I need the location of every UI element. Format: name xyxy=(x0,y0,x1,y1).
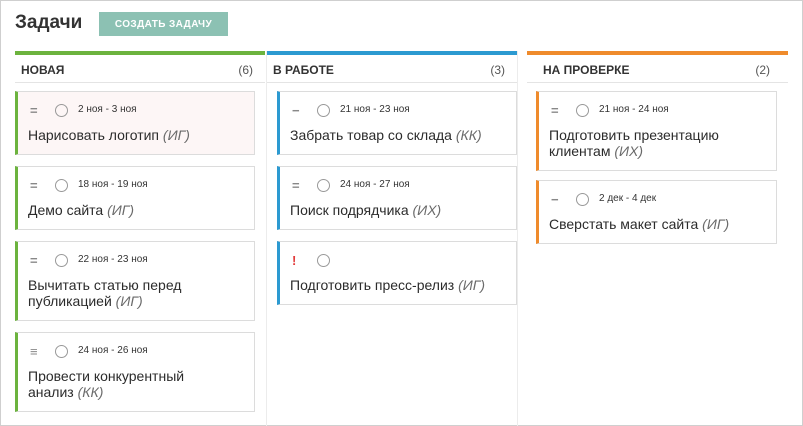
assignee: (ИГ) xyxy=(162,127,190,143)
assignee: (ИГ) xyxy=(107,202,135,218)
task-card[interactable]: − 21 ноя - 23 ноя Забрать товар со склад… xyxy=(277,91,517,155)
task-card[interactable]: = 22 ноя - 23 ноя Вычитать статью перед п… xyxy=(15,241,255,321)
complete-checkbox[interactable] xyxy=(55,104,68,117)
task-title: Вычитать статью перед публикацией (ИГ) xyxy=(28,277,182,309)
task-card[interactable]: = 2 ноя - 3 ноя Нарисовать логотип (ИГ) xyxy=(15,91,255,155)
column-review: НА ПРОВЕРКЕ (2) = 21 ноя - 24 ноя Подгот… xyxy=(527,51,788,426)
assignee: (ИХ) xyxy=(614,143,644,159)
complete-checkbox[interactable] xyxy=(576,104,589,117)
column-title: В РАБОТЕ xyxy=(273,63,334,77)
task-title: Нарисовать логотип (ИГ) xyxy=(28,127,190,143)
complete-checkbox[interactable] xyxy=(55,345,68,358)
task-title: Забрать товар со склада (КК) xyxy=(290,127,482,143)
column-title: НА ПРОВЕРКЕ xyxy=(543,63,630,77)
task-dates: 21 ноя - 24 ноя xyxy=(599,104,669,115)
priority-icon: = xyxy=(30,253,38,268)
assignee: (ИХ) xyxy=(412,202,442,218)
priority-icon: = xyxy=(30,103,38,118)
complete-checkbox[interactable] xyxy=(55,179,68,192)
task-card[interactable]: ! Подготовить пресс-релиз (ИГ) xyxy=(277,241,517,305)
complete-checkbox[interactable] xyxy=(317,254,330,267)
page-title: Задачи xyxy=(15,12,83,33)
column-count: (3) xyxy=(490,63,505,77)
complete-checkbox[interactable] xyxy=(317,179,330,192)
complete-checkbox[interactable] xyxy=(576,193,589,206)
task-dates: 22 ноя - 23 ноя xyxy=(78,254,148,265)
task-dates: 18 ноя - 19 ноя xyxy=(78,179,148,190)
task-card[interactable]: = 18 ноя - 19 ноя Демо сайта (ИГ) xyxy=(15,166,255,230)
priority-icon: ≡ xyxy=(30,344,38,359)
task-dates: 2 дек - 4 дек xyxy=(599,193,657,204)
assignee: (КК) xyxy=(455,127,482,143)
complete-checkbox[interactable] xyxy=(55,254,68,267)
task-title: Подготовить пресс-релиз (ИГ) xyxy=(290,277,486,293)
task-title: Подготовить презентацию клиентам (ИХ) xyxy=(549,127,719,159)
priority-icon: − xyxy=(551,192,559,207)
assignee: (ИГ) xyxy=(702,216,730,232)
complete-checkbox[interactable] xyxy=(317,104,330,117)
task-dates: 21 ноя - 23 ноя xyxy=(340,104,410,115)
task-title: Провести конкурентный анализ (КК) xyxy=(28,368,185,400)
task-dates: 2 ноя - 3 ноя xyxy=(78,104,137,115)
task-card[interactable]: = 24 ноя - 27 ноя Поиск подрядчика (ИХ) xyxy=(277,166,517,230)
priority-icon: − xyxy=(292,103,300,118)
task-dates: 24 ноя - 26 ноя xyxy=(78,345,148,356)
column-new: НОВАЯ (6) = 2 ноя - 3 ноя Нарисовать лог… xyxy=(15,51,265,426)
assignee: (ИГ) xyxy=(115,293,143,309)
urgent-priority-icon: ! xyxy=(292,253,297,268)
priority-icon: = xyxy=(551,103,559,118)
task-title: Сверстать макет сайта (ИГ) xyxy=(549,216,730,232)
task-dates: 24 ноя - 27 ноя xyxy=(340,179,410,190)
task-title: Демо сайта (ИГ) xyxy=(28,202,135,218)
assignee: (ИГ) xyxy=(458,277,486,293)
column-header: НОВАЯ (6) xyxy=(15,55,265,83)
create-task-button[interactable]: СОЗДАТЬ ЗАДАЧУ xyxy=(99,12,228,36)
task-card[interactable]: − 2 дек - 4 дек Сверстать макет сайта (И… xyxy=(536,180,777,244)
column-header: НА ПРОВЕРКЕ (2) xyxy=(527,55,788,83)
priority-icon: = xyxy=(30,178,38,193)
column-header: В РАБОТЕ (3) xyxy=(267,55,517,83)
task-card[interactable]: ≡ 24 ноя - 26 ноя Провести конкурентный а… xyxy=(15,332,255,412)
column-title: НОВАЯ xyxy=(21,63,65,77)
assignee: (КК) xyxy=(77,384,104,400)
task-title: Поиск подрядчика (ИХ) xyxy=(290,202,442,218)
column-in-progress: В РАБОТЕ (3) − 21 ноя - 23 ноя Забрать т… xyxy=(266,51,518,426)
column-count: (2) xyxy=(755,63,770,77)
priority-icon: = xyxy=(292,178,300,193)
task-card[interactable]: = 21 ноя - 24 ноя Подготовить презентаци… xyxy=(536,91,777,171)
column-count: (6) xyxy=(238,63,253,77)
